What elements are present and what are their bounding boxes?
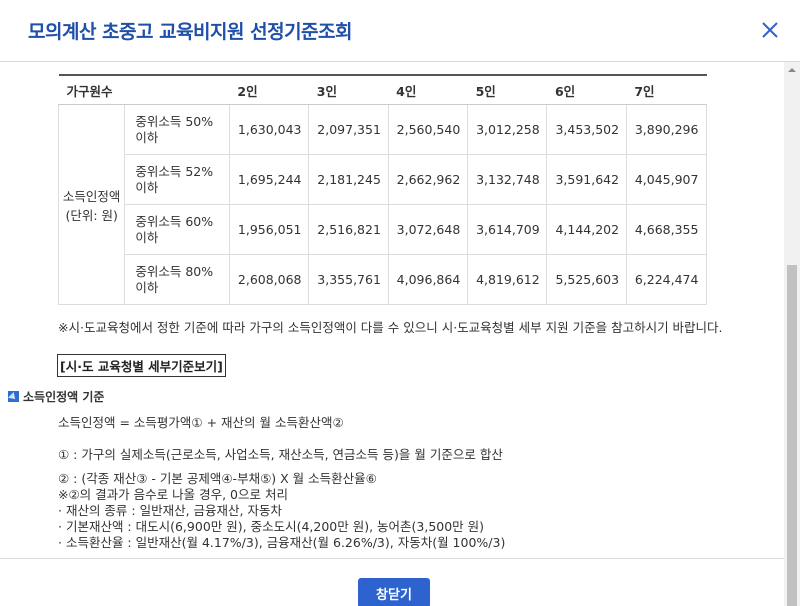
table-header: 2인 bbox=[229, 74, 309, 105]
row-label: 중위소득 52% 이하 bbox=[124, 154, 230, 205]
table-header: 3인 bbox=[308, 74, 389, 105]
table-row: 중위소득 60% 이하 1,956,051 2,516,821 3,072,64… bbox=[59, 204, 708, 255]
formula-text: 소득인정액 = 소득평가액① + 재산의 월 소득환산액② bbox=[58, 415, 344, 430]
table-header: 6인 bbox=[546, 74, 627, 105]
table-cell: 4,668,355 bbox=[625, 204, 708, 255]
table-row: 중위소득 80% 이하 2,608,068 3,355,761 4,096,86… bbox=[59, 254, 708, 305]
table-row: 중위소득 52% 이하 1,695,244 2,181,245 2,662,96… bbox=[59, 154, 708, 205]
table-header: 7인 bbox=[626, 74, 707, 105]
vertical-scrollbar[interactable] bbox=[784, 62, 800, 606]
table-cell: 2,560,540 bbox=[387, 104, 469, 155]
table-cell: 3,890,296 bbox=[625, 104, 708, 155]
table-cell: 5,525,603 bbox=[546, 254, 627, 305]
table-header-row: 가구원수 2인 3인 4인 5인 6인 7인 bbox=[58, 74, 707, 105]
table-cell: 3,453,502 bbox=[546, 104, 627, 155]
section-arrow-icon bbox=[8, 391, 19, 402]
criteria-table: 가구원수 2인 3인 4인 5인 6인 7인 소득인정액 (단위: 원) 중위소… bbox=[57, 74, 708, 305]
scroll-up-icon[interactable] bbox=[784, 62, 800, 78]
table-cell: 2,516,821 bbox=[308, 204, 389, 255]
modal-header: 모의계산 초중고 교육비지원 선정기준조회 bbox=[0, 0, 800, 62]
row-label: 중위소득 50% 이하 bbox=[124, 104, 230, 155]
table-cell: 3,132,748 bbox=[467, 154, 548, 205]
table-cell: 1,956,051 bbox=[228, 204, 310, 255]
scrollbar-thumb[interactable] bbox=[787, 265, 797, 606]
notice-text: ※시·도교육청에서 정한 기준에 따라 가구의 소득인정액이 다를 수 있으니 … bbox=[58, 320, 723, 335]
table-cell: 3,355,761 bbox=[308, 254, 389, 305]
table-cell: 4,045,907 bbox=[625, 154, 708, 205]
table-row: 소득인정액 (단위: 원) 중위소득 50% 이하 1,630,043 2,09… bbox=[57, 104, 708, 305]
table-cell: 2,662,962 bbox=[387, 154, 469, 205]
close-window-button[interactable]: 창닫기 bbox=[358, 578, 430, 606]
table-cell: 3,591,642 bbox=[546, 154, 627, 205]
modal-title: 모의계산 초중고 교육비지원 선정기준조회 bbox=[28, 21, 353, 43]
table-cell: 2,097,351 bbox=[308, 104, 389, 155]
section-title: 소득인정액 기준 bbox=[8, 388, 104, 405]
detail-line: ① : 가구의 실제소득(근로소득, 사업소득, 재산소득, 연금소득 등)을 … bbox=[58, 447, 503, 462]
modal-body: 가구원수 2인 3인 4인 5인 6인 7인 소득인정액 (단위: 원) 중위소… bbox=[0, 62, 784, 606]
modal-footer: 창닫기 bbox=[0, 558, 784, 606]
regional-criteria-link[interactable]: [시·도 교육청별 세부기준보기] bbox=[57, 354, 226, 377]
detail-line: · 소득환산율 : 일반재산(월 4.17%/3), 금융재산(월 6.26%/… bbox=[58, 535, 506, 550]
table-cell: 3,072,648 bbox=[387, 204, 469, 255]
table-cell: 2,181,245 bbox=[308, 154, 389, 205]
table-header: 4인 bbox=[388, 74, 468, 105]
table-cell: 3,012,258 bbox=[467, 104, 548, 155]
row-header: 소득인정액 (단위: 원) bbox=[57, 104, 126, 305]
row-label: 중위소득 80% 이하 bbox=[124, 254, 230, 305]
table-header: 5인 bbox=[467, 74, 547, 105]
table-cell: 4,819,612 bbox=[467, 254, 548, 305]
close-icon[interactable] bbox=[758, 18, 782, 42]
table-cell: 6,224,474 bbox=[625, 254, 708, 305]
table-cell: 1,695,244 bbox=[228, 154, 310, 205]
table-cell: 1,630,043 bbox=[228, 104, 310, 155]
table-cell: 4,144,202 bbox=[546, 204, 627, 255]
section-title-text: 소득인정액 기준 bbox=[23, 390, 105, 404]
row-label: 중위소득 60% 이하 bbox=[124, 204, 230, 255]
table-cell: 2,608,068 bbox=[228, 254, 310, 305]
table-header: 가구원수 bbox=[58, 74, 230, 105]
table-cell: 4,096,864 bbox=[387, 254, 469, 305]
table-cell: 3,614,709 bbox=[467, 204, 548, 255]
